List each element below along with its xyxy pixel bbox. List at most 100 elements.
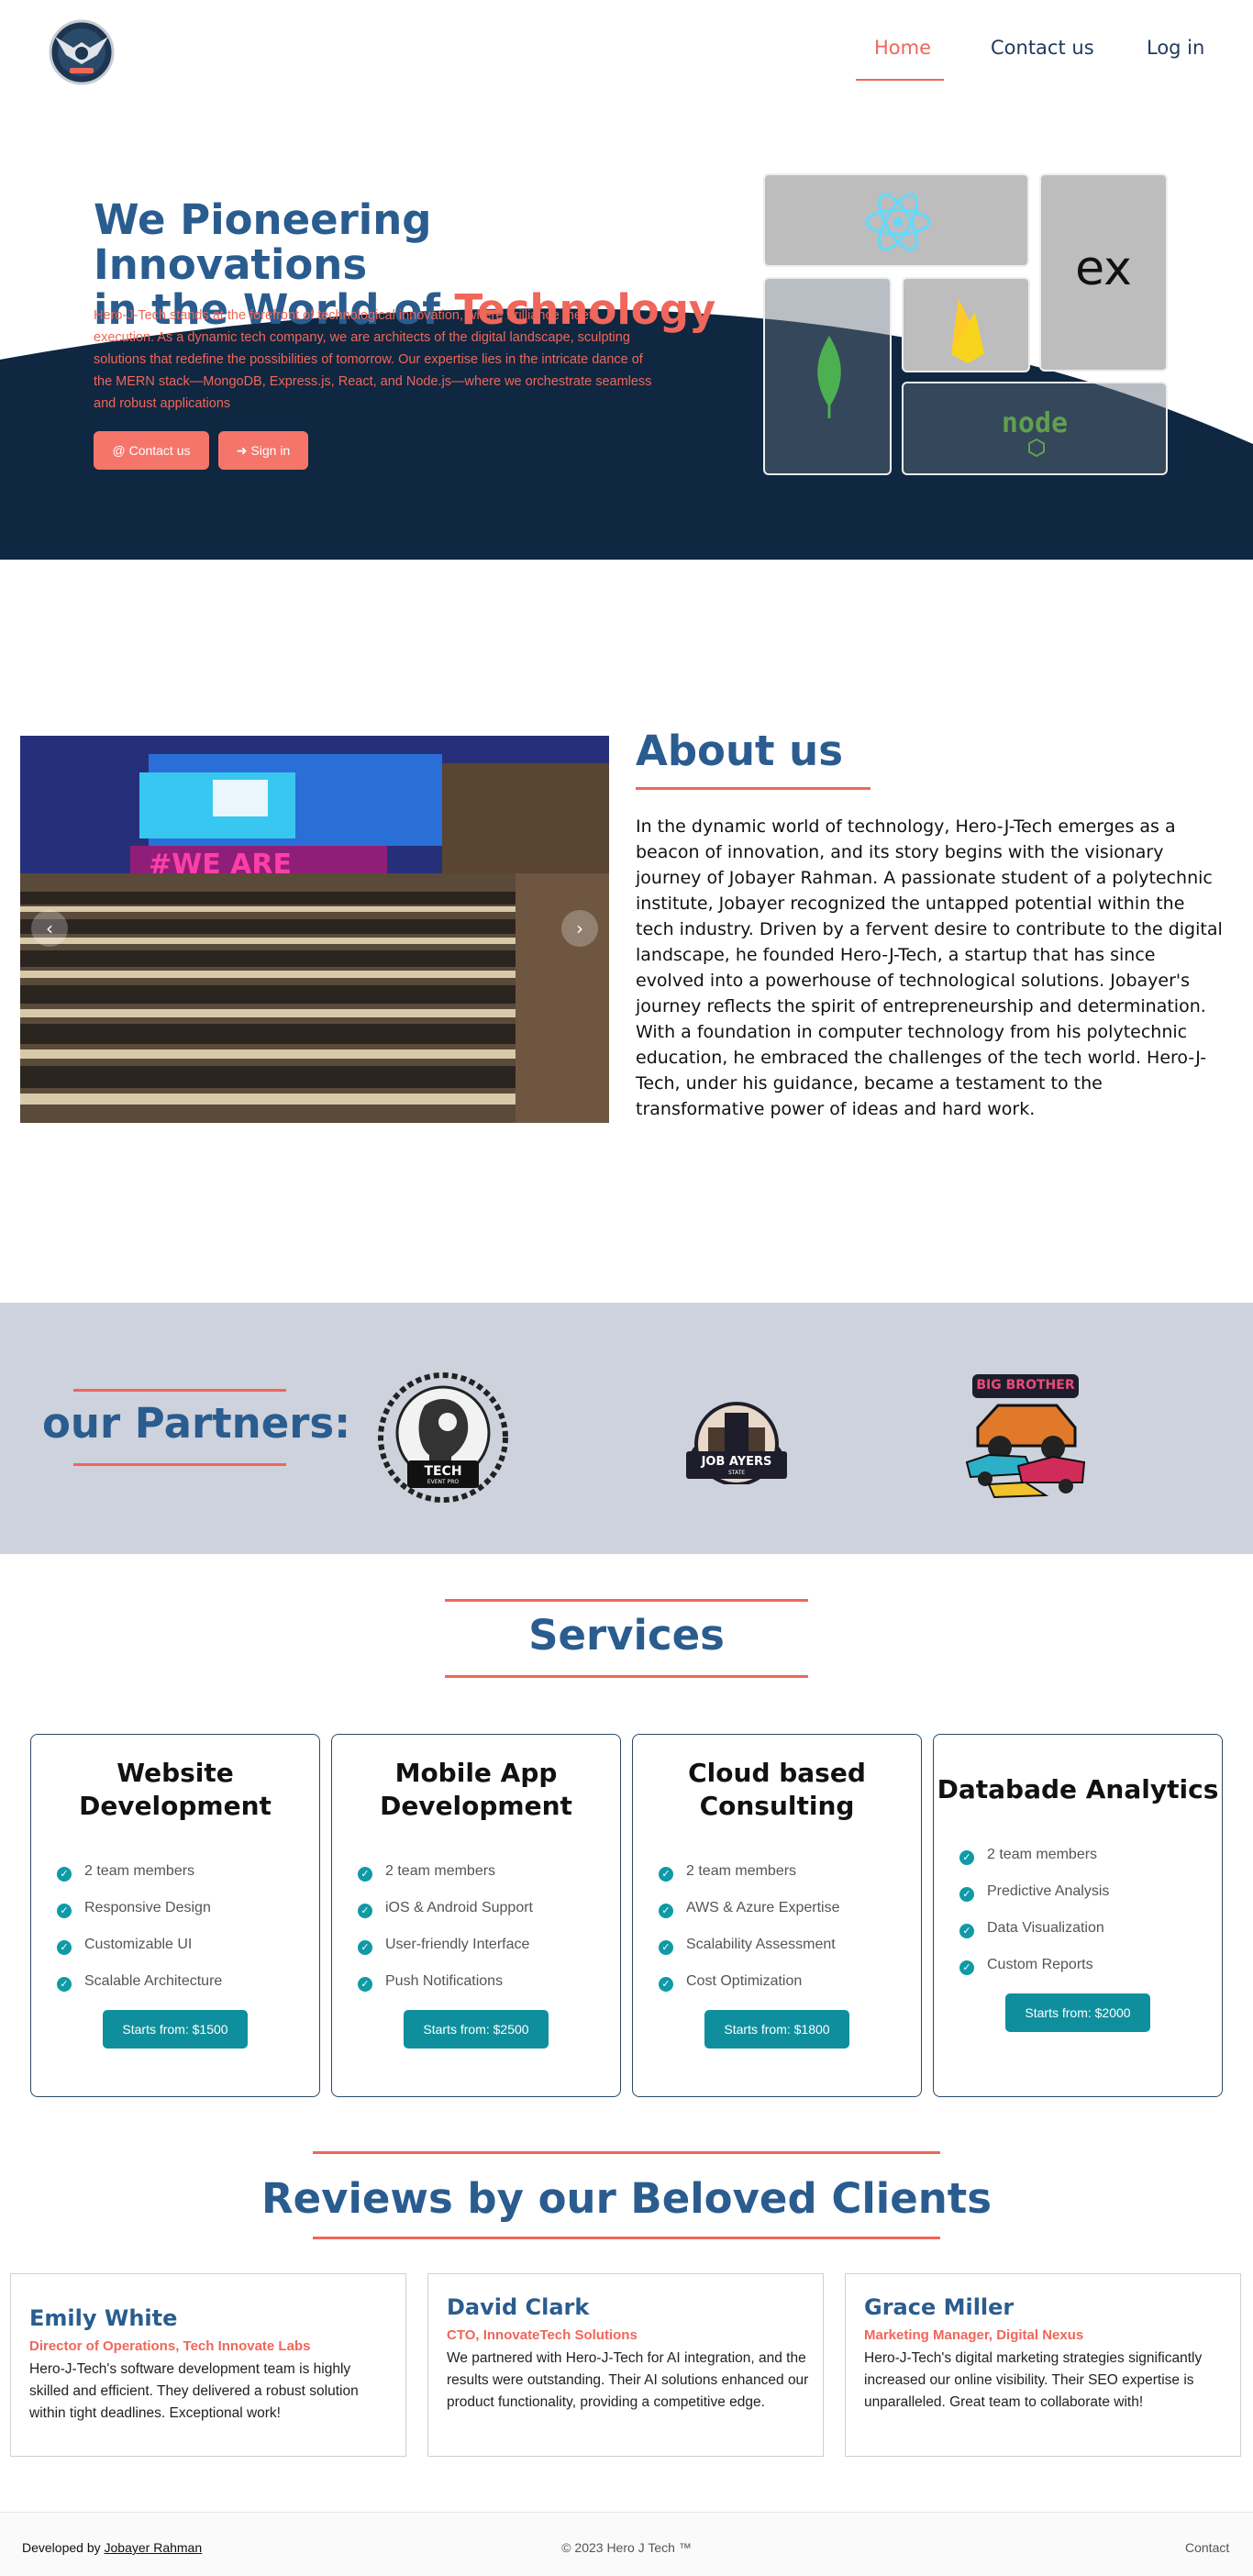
about-text: In the dynamic world of technology, Hero… [636,816,1223,1119]
service-price-button[interactable]: Starts from: $1500 [103,2010,248,2049]
partner-logo-jobayers-label: JOB AYERS [701,1455,772,1469]
express-label: ex [1075,241,1132,296]
check-circle-icon: ✓ [959,1924,974,1938]
review-card: Grace Miller Marketing Manager, Digital … [845,2273,1241,2457]
hero-description: Hero-J-Tech stands at the forefront of t… [94,308,652,411]
service-feature: ✓ Custom Reports [959,1957,1093,1975]
partners-top-line [73,1389,286,1392]
at-icon: @ [112,443,129,458]
check-circle-icon: ✓ [57,1977,72,1992]
check-circle-icon: ✓ [57,1940,72,1955]
reviews-title: Reviews by our Beloved Clients [261,2174,992,2223]
sign-in-icon: ➜ [236,443,251,458]
service-feature: ✓ iOS & Android Support [358,1900,533,1918]
hero-contact-button[interactable]: @ Contact us [94,431,209,470]
about-carousel[interactable]: #WE ARE ‹ › [20,736,609,1123]
node-label: node [1001,407,1069,439]
services-top-line [445,1599,808,1602]
service-feature: ✓ Scalable Architecture [57,1973,222,1992]
service-card-title: Cloud based Consulting [688,1758,866,1821]
services-title: Services [528,1611,725,1660]
service-price-button[interactable]: Starts from: $1800 [704,2010,849,2049]
service-price-button[interactable]: Starts from: $2000 [1005,1993,1150,2032]
check-circle-icon: ✓ [358,1977,372,1992]
check-circle-icon: ✓ [959,1960,974,1975]
navbar: Home Contact us Log in [0,0,1253,101]
partner-logo-jobayers[interactable]: JOB AYERS STATE [681,1393,793,1486]
service-feature: ✓ 2 team members [959,1847,1097,1865]
reviews-bottom-line [313,2237,940,2239]
service-feature: ✓ 2 team members [358,1863,495,1882]
review-card: Emily White Director of Operations, Tech… [10,2273,406,2457]
reviewer-name: David Clark [447,2294,590,2320]
check-circle-icon: ✓ [659,1867,673,1882]
node-hex-icon [1028,439,1045,457]
service-feature: ✓ Cost Optimization [659,1973,802,1992]
conference-photo: #WE ARE [20,736,609,1123]
firebase-tile [902,277,1030,372]
service-feature: ✓ 2 team members [659,1863,796,1882]
reviewer-role: CTO, InnovateTech Solutions [447,2327,638,2343]
partner-logo-bigbrother[interactable]: BIG BROTHER [961,1374,1090,1503]
brand-logo[interactable] [46,17,117,88]
reviews-top-line [313,2151,940,2154]
footer: Developed by Jobayer Rahman © 2023 Hero … [0,2512,1253,2576]
react-tile [763,173,1029,267]
reviewer-name: Grace Miller [864,2294,1015,2320]
partners-bottom-line [73,1463,286,1466]
service-card-web: Website Development ✓ 2 team members ✓ Resp… [30,1734,320,2097]
partners-title: our Partners: [42,1399,351,1448]
nav-active-underline [856,79,944,81]
service-feature: ✓ 2 team members [57,1863,194,1882]
service-feature: ✓ User-friendly Interface [358,1937,529,1955]
footer-contact-link[interactable]: Contact [1185,2540,1229,2555]
review-text: Hero-J-Tech's digital marketing strategi… [864,2350,1203,2410]
partners-section: our Partners: TECH EVENT PRO JOB AYERS S… [0,1303,1253,1554]
partner-logo-tech[interactable]: TECH EVENT PRO [374,1369,512,1506]
check-circle-icon: ✓ [358,1940,372,1955]
check-circle-icon: ✓ [358,1904,372,1918]
check-circle-icon: ✓ [57,1867,72,1882]
partner-logo-tech-label: TECH [424,1464,462,1479]
partner-logo-tech-sub: EVENT PRO [427,1479,460,1485]
hero-section: We Pioneering Innovations in the World o… [0,101,1253,560]
service-feature: ✓ Data Visualization [959,1920,1104,1938]
nav-home-link[interactable]: Home [874,37,931,59]
check-circle-icon: ✓ [959,1887,974,1902]
reviewer-role: Director of Operations, Tech Innovate La… [29,2338,311,2354]
about-underline [636,787,870,790]
service-feature: ✓ Customizable UI [57,1937,192,1955]
node-tile: node [902,382,1168,475]
mongodb-tile [763,277,892,475]
check-circle-icon: ✓ [959,1850,974,1865]
check-circle-icon: ✓ [57,1904,72,1918]
hero-signin-button[interactable]: ➜ Sign in [218,431,308,470]
carousel-prev-arrow[interactable]: ‹ [31,910,68,947]
mongodb-leaf-icon [817,336,841,418]
check-circle-icon: ✓ [358,1867,372,1882]
service-feature: ✓ AWS & Azure Expertise [659,1900,839,1918]
service-card-mobile: Mobile App Development ✓ 2 team members ✓ i… [331,1734,621,2097]
reviewer-name: Emily White [29,2305,178,2331]
services-bottom-line [445,1675,808,1678]
express-tile: ex [1039,173,1168,372]
about-title: About us [636,727,843,775]
service-price-button[interactable]: Starts from: $2500 [404,2010,549,2049]
service-feature: ✓ Push Notifications [358,1973,503,1992]
footer-copyright: © 2023 Hero J Tech ™ [561,2540,692,2555]
nav-contact-link[interactable]: Contact us [991,37,1094,59]
service-card-cloud: Cloud based Consulting ✓ 2 team members ✓ A… [632,1734,922,2097]
review-text: Hero-J-Tech's software development team … [29,2361,359,2421]
service-feature: ✓ Predictive Analysis [959,1883,1109,1902]
partner-logo-bigbrother-label: BIG BROTHER [976,1378,1075,1393]
nav-login-link[interactable]: Log in [1147,37,1204,59]
review-card: David Clark CTO, InnovateTech Solutions … [427,2273,824,2457]
service-card-title: Databade Analytics [937,1774,1219,1804]
service-card-title: Mobile App Development [380,1758,572,1821]
review-text: We partnered with Hero-J-Tech for AI int… [447,2350,809,2410]
carousel-next-arrow[interactable]: › [561,910,598,947]
check-circle-icon: ✓ [659,1904,673,1918]
partner-logo-jobayers-sub: STATE [727,1470,746,1476]
reviewer-role: Marketing Manager, Digital Nexus [864,2327,1084,2343]
service-card-title: Website Development [79,1758,272,1821]
